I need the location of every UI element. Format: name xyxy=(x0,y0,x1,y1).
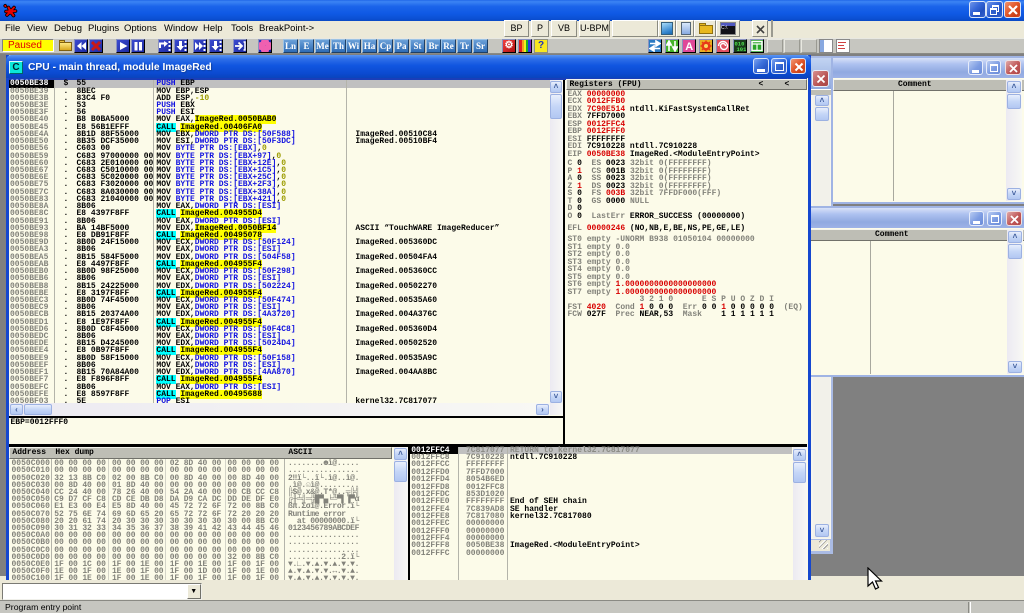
svg-text:A: A xyxy=(685,41,693,52)
svg-text:101: 101 xyxy=(737,46,747,52)
